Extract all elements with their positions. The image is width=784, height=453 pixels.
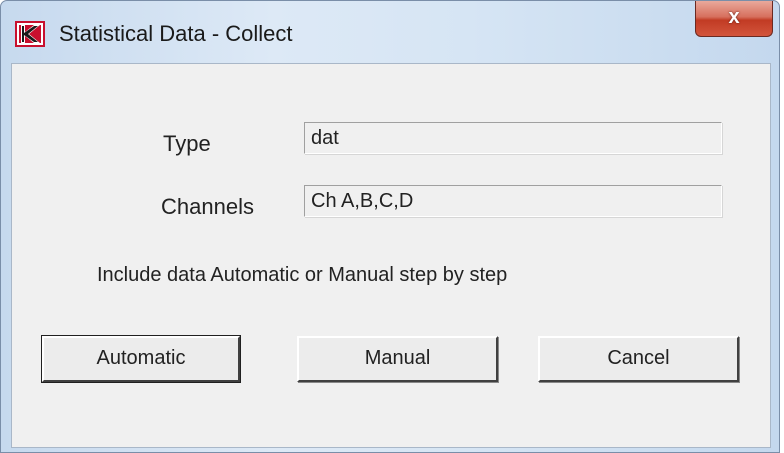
dialog-window: Statistical Data - Collect x Type dat Ch… xyxy=(0,0,780,453)
channels-label: Channels xyxy=(161,194,254,219)
k-logo-icon xyxy=(15,21,45,47)
automatic-button[interactable]: Automatic xyxy=(41,335,241,383)
title-bar[interactable]: Statistical Data - Collect x xyxy=(1,1,779,63)
manual-button[interactable]: Manual xyxy=(297,336,498,382)
close-icon: x xyxy=(728,6,740,28)
type-label: Type xyxy=(163,131,211,156)
window-title: Statistical Data - Collect xyxy=(59,21,293,46)
close-button[interactable]: x xyxy=(695,1,773,37)
cancel-button[interactable]: Cancel xyxy=(538,336,739,382)
channels-field[interactable]: Ch A,B,C,D xyxy=(304,185,722,217)
dialog-client-area: Type dat Channels Ch A,B,C,D Include dat… xyxy=(11,63,771,448)
instruction-text: Include data Automatic or Manual step by… xyxy=(97,264,508,286)
type-field[interactable]: dat xyxy=(304,122,722,154)
